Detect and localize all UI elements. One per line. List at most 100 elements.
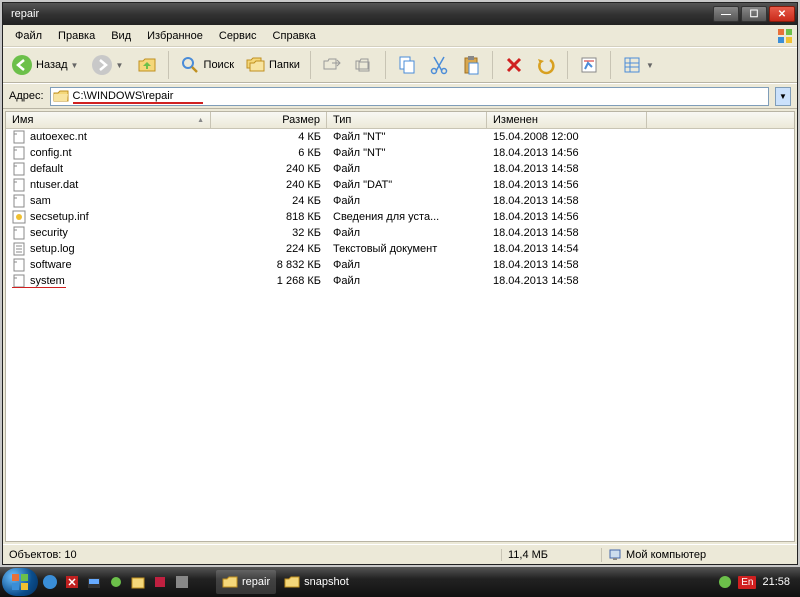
- separator: [610, 51, 611, 79]
- up-button[interactable]: [132, 51, 162, 79]
- tray-icon[interactable]: [718, 575, 732, 589]
- menu-view[interactable]: Вид: [103, 28, 139, 44]
- file-type: Файл "DAT": [327, 179, 487, 191]
- address-path: C:\WINDOWS\repair: [73, 90, 174, 102]
- quick-launch-1[interactable]: [40, 572, 60, 592]
- forward-icon: [91, 54, 113, 76]
- copy-icon: [396, 54, 418, 76]
- delete-button[interactable]: [499, 51, 529, 79]
- file-name: config.nt: [30, 147, 72, 159]
- separator: [567, 51, 568, 79]
- toolbar: Назад ▼ ▼ Поиск Папки ▼: [3, 47, 797, 83]
- file-row[interactable]: software8 832 КБФайл18.04.2013 14:58: [6, 257, 794, 273]
- paste-button[interactable]: [456, 51, 486, 79]
- address-input[interactable]: C:\WINDOWS\repair: [50, 87, 769, 106]
- file-name: security: [30, 227, 68, 239]
- chevron-down-icon[interactable]: ▼: [71, 61, 81, 70]
- minimize-button[interactable]: —: [713, 6, 739, 22]
- file-row[interactable]: secsetup.inf818 КБСведения для уста...18…: [6, 209, 794, 225]
- computer-icon: [608, 548, 622, 562]
- column-name[interactable]: Имя▲: [6, 112, 211, 128]
- menu-help[interactable]: Справка: [265, 28, 324, 44]
- undo-button[interactable]: [531, 51, 561, 79]
- taskbar-task-repair[interactable]: repair: [216, 570, 276, 594]
- separator: [168, 51, 169, 79]
- menu-tools[interactable]: Сервис: [211, 28, 265, 44]
- file-icon: [12, 274, 26, 288]
- cut-icon: [428, 54, 450, 76]
- file-icon: [12, 226, 26, 240]
- copy-to-button[interactable]: [349, 51, 379, 79]
- folders-icon: [244, 54, 266, 76]
- move-to-button[interactable]: [317, 51, 347, 79]
- copy-button[interactable]: [392, 51, 422, 79]
- file-name: sam: [30, 195, 51, 207]
- start-button[interactable]: [2, 568, 38, 596]
- taskbar[interactable]: repair snapshot En 21:58: [0, 567, 800, 597]
- file-icon: [12, 178, 26, 192]
- file-type: Файл "NT": [327, 131, 487, 143]
- menu-bar: Файл Правка Вид Избранное Сервис Справка: [3, 25, 797, 47]
- menu-file[interactable]: Файл: [7, 28, 50, 44]
- undo-icon: [535, 54, 557, 76]
- menu-edit[interactable]: Правка: [50, 28, 103, 44]
- file-type: Сведения для уста...: [327, 211, 487, 223]
- quick-launch-2[interactable]: [62, 572, 82, 592]
- file-icon: [12, 242, 26, 256]
- menu-favorites[interactable]: Избранное: [139, 28, 211, 44]
- file-row[interactable]: sam24 КБФайл18.04.2013 14:58: [6, 193, 794, 209]
- file-row[interactable]: security32 КБФайл18.04.2013 14:58: [6, 225, 794, 241]
- clock[interactable]: 21:58: [762, 576, 790, 588]
- quick-launch-7[interactable]: [172, 572, 192, 592]
- file-size: 240 КБ: [211, 179, 327, 191]
- forward-button[interactable]: ▼: [87, 51, 130, 79]
- chevron-down-icon[interactable]: ▼: [116, 61, 126, 70]
- column-modified[interactable]: Изменен: [487, 112, 647, 128]
- file-row[interactable]: config.nt6 КБФайл "NT"18.04.2013 14:56: [6, 145, 794, 161]
- file-modified: 18.04.2013 14:54: [487, 243, 647, 255]
- file-size: 32 КБ: [211, 227, 327, 239]
- column-type[interactable]: Тип: [327, 112, 487, 128]
- quick-launch-4[interactable]: [106, 572, 126, 592]
- file-type: Файл: [327, 195, 487, 207]
- explorer-window: repair — ☐ ✕ Файл Правка Вид Избранное С…: [2, 2, 798, 565]
- file-size: 8 832 КБ: [211, 259, 327, 271]
- close-button[interactable]: ✕: [769, 6, 795, 22]
- status-size: 11,4 МБ: [501, 549, 601, 561]
- quick-launch-3[interactable]: [84, 572, 104, 592]
- chevron-down-icon[interactable]: ▼: [646, 61, 656, 70]
- file-name: secsetup.inf: [30, 211, 89, 223]
- address-bar: Адрес: C:\WINDOWS\repair ▼: [3, 83, 797, 109]
- file-type: Файл "NT": [327, 147, 487, 159]
- file-row[interactable]: setup.log224 КБТекстовый документ18.04.2…: [6, 241, 794, 257]
- file-icon: [12, 194, 26, 208]
- language-indicator[interactable]: En: [738, 576, 756, 589]
- file-size: 240 КБ: [211, 163, 327, 175]
- file-row[interactable]: autoexec.nt4 КБФайл "NT"15.04.2008 12:00: [6, 129, 794, 145]
- title-bar[interactable]: repair — ☐ ✕: [3, 3, 797, 25]
- status-location: Мой компьютер: [601, 548, 791, 562]
- separator: [492, 51, 493, 79]
- taskbar-task-snapshot[interactable]: snapshot: [278, 570, 355, 594]
- file-list[interactable]: Имя▲ Размер Тип Изменен autoexec.nt4 КБФ…: [5, 111, 795, 542]
- file-row[interactable]: system1 268 КБФайл18.04.2013 14:58: [6, 273, 794, 289]
- copy-to-icon: [353, 54, 375, 76]
- back-button[interactable]: Назад ▼: [7, 51, 85, 79]
- cut-button[interactable]: [424, 51, 454, 79]
- quick-launch-5[interactable]: [128, 572, 148, 592]
- file-row[interactable]: default240 КБФайл18.04.2013 14:58: [6, 161, 794, 177]
- quick-launch-6[interactable]: [150, 572, 170, 592]
- address-dropdown[interactable]: ▼: [775, 87, 791, 106]
- maximize-button[interactable]: ☐: [741, 6, 767, 22]
- system-tray[interactable]: En 21:58: [710, 575, 798, 589]
- search-button[interactable]: Поиск: [175, 51, 238, 79]
- properties-button[interactable]: [574, 51, 604, 79]
- file-modified: 18.04.2013 14:58: [487, 163, 647, 175]
- views-button[interactable]: ▼: [617, 51, 660, 79]
- column-size[interactable]: Размер: [211, 112, 327, 128]
- folders-button[interactable]: Папки: [240, 51, 304, 79]
- file-name: default: [30, 163, 63, 175]
- file-name: system: [30, 275, 65, 287]
- file-row[interactable]: ntuser.dat240 КБФайл "DAT"18.04.2013 14:…: [6, 177, 794, 193]
- file-type: Файл: [327, 227, 487, 239]
